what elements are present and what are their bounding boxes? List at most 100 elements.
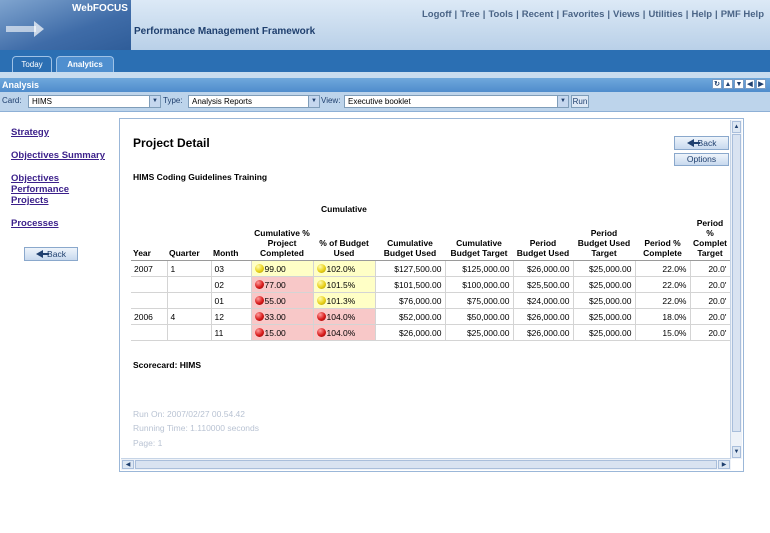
yellow-status-icon <box>254 263 264 273</box>
type-select[interactable]: Analysis Reports ▼ <box>188 95 320 108</box>
back-button[interactable]: Back <box>674 136 729 150</box>
cell-month: 02 <box>211 276 252 293</box>
card-select[interactable]: HIMS ▼ <box>28 95 161 108</box>
col-period-complete-target: Period % Complet Target <box>690 218 730 261</box>
scroll-thumb[interactable] <box>135 460 717 469</box>
link-tree[interactable]: Tree <box>460 9 480 20</box>
nav-objectives-summary[interactable]: Objectives Summary <box>11 150 105 161</box>
cell-cum-used: $76,000.00 <box>375 292 446 309</box>
cell-year <box>131 276 168 293</box>
link-views[interactable]: Views <box>613 9 640 20</box>
scroll-left-icon[interactable]: ◀ <box>122 460 134 469</box>
cell-budget-pct: 101.3% <box>313 292 376 309</box>
right-arrow-icon[interactable]: ▶ <box>756 79 766 89</box>
cell-cum-used: $26,000.00 <box>375 324 446 341</box>
cell-month: 03 <box>211 260 252 277</box>
table-header-row: Year Quarter Month Cumulative % Project … <box>131 218 730 261</box>
horizontal-scrollbar[interactable]: ◀ ▶ <box>121 458 731 470</box>
left-arrow-icon[interactable]: ◀ <box>745 79 755 89</box>
col-cum-budget-used: Cumulative Budget Used <box>375 218 445 261</box>
analysis-title: Analysis <box>2 80 40 90</box>
chevron-down-icon[interactable]: ▼ <box>308 96 319 107</box>
link-pmf-help[interactable]: PMF Help <box>721 9 764 20</box>
cell-period-used: $26,000.00 <box>513 324 574 341</box>
scroll-up-icon[interactable]: ▲ <box>732 121 741 133</box>
cell-year: 2007 <box>131 260 168 277</box>
table-row: 2006 4 12 33.00 104.0% $52,000.00 $50,000.00 $2… <box>131 308 731 325</box>
run-button[interactable]: Run <box>571 95 589 108</box>
link-recent[interactable]: Recent <box>522 9 554 20</box>
page-title: Project Detail <box>133 136 210 150</box>
type-label: Type: <box>163 96 183 105</box>
cell-cum-used: $127,500.00 <box>375 260 446 277</box>
vertical-scrollbar[interactable]: ▲ ▼ <box>730 120 742 459</box>
tab-analytics[interactable]: Analytics <box>56 56 114 72</box>
view-select[interactable]: Executive booklet ▼ <box>344 95 569 108</box>
status-value: 102.0% <box>326 263 356 274</box>
back-label: Back <box>697 138 717 148</box>
report-content: Project Detail Back Options HIMS Coding … <box>121 120 731 459</box>
tab-today[interactable]: Today <box>12 56 52 72</box>
status-value: 104.0% <box>326 311 356 322</box>
status-value: 101.3% <box>326 295 356 306</box>
status-value: 77.00 <box>264 279 286 290</box>
link-separator: | <box>642 9 646 20</box>
table-row: 2007 1 03 99.00 102.0% $127,500.00 $125,000.00… <box>131 260 731 277</box>
col-year: Year <box>131 218 167 261</box>
cell-quarter: 4 <box>167 308 212 325</box>
scroll-thumb[interactable] <box>732 134 741 432</box>
yellow-status-icon <box>316 263 326 273</box>
cell-period-used: $26,000.00 <box>513 260 574 277</box>
header: WebFOCUS Performance Management Framewor… <box>0 0 770 50</box>
red-status-icon <box>254 327 264 337</box>
nav-projects[interactable]: Projects <box>11 195 49 206</box>
back-arrow-icon <box>36 250 50 258</box>
status-value: 33.00 <box>264 311 286 322</box>
nav-objectives-performance[interactable]: Objectives Performance <box>11 173 118 195</box>
cell-quarter <box>167 276 212 293</box>
col-cum-budget-target: Cumulative Budget Target <box>445 218 513 261</box>
cell-period-complete-target: 20.0' <box>690 292 731 309</box>
run-on-text: Run On: 2007/02/27 00.54.42 <box>133 409 246 419</box>
link-help[interactable]: Help <box>691 9 712 20</box>
type-value: Analysis Reports <box>192 97 253 106</box>
running-time-text: Running Time: 1.110000 seconds <box>133 423 260 433</box>
cell-cum-pct: 55.00 <box>251 292 314 309</box>
cell-year <box>131 324 168 341</box>
left-back-button[interactable]: Back <box>24 247 78 261</box>
chevron-down-icon[interactable]: ▼ <box>149 96 160 107</box>
view-label: View: <box>321 96 341 105</box>
link-utilities[interactable]: Utilities <box>648 9 682 20</box>
link-separator: | <box>715 9 718 20</box>
cell-cum-used: $101,500.00 <box>375 276 446 293</box>
cell-cum-used: $52,000.00 <box>375 308 446 325</box>
up-arrow-icon[interactable]: ▲ <box>723 79 733 89</box>
link-tools[interactable]: Tools <box>488 9 513 20</box>
chevron-down-icon[interactable]: ▼ <box>557 96 568 107</box>
scroll-down-icon[interactable]: ▼ <box>732 446 741 458</box>
cell-period-complete-target: 20.0' <box>690 324 731 341</box>
link-separator: | <box>516 9 519 20</box>
cell-period-used: $26,000.00 <box>513 308 574 325</box>
report-frame: Project Detail Back Options HIMS Coding … <box>119 118 744 472</box>
analysis-bar: Analysis ↻ ▲ ▼ ◀ ▶ <box>0 78 770 92</box>
status-value: 104.0% <box>326 327 356 338</box>
nav-processes[interactable]: Processes <box>11 218 59 229</box>
options-button[interactable]: Options <box>674 153 729 166</box>
down-arrow-icon[interactable]: ▼ <box>734 79 744 89</box>
refresh-icon[interactable]: ↻ <box>712 79 722 89</box>
yellow-status-icon <box>316 279 326 289</box>
cell-cum-pct: 99.00 <box>251 260 314 277</box>
left-nav: Strategy Objectives Summary Objectives P… <box>0 113 118 533</box>
link-separator: | <box>454 9 458 20</box>
cell-period-target: $25,000.00 <box>573 260 636 277</box>
status-value: 99.00 <box>264 263 286 274</box>
top-links: Logoff | Tree | Tools | Recent | Favorites | … <box>422 9 764 20</box>
link-favorites[interactable]: Favorites <box>562 9 604 20</box>
logo: WebFOCUS <box>0 0 131 50</box>
scroll-right-icon[interactable]: ▶ <box>718 460 730 469</box>
link-logoff[interactable]: Logoff <box>422 9 452 20</box>
nav-strategy[interactable]: Strategy <box>11 127 49 138</box>
link-separator: | <box>556 9 560 20</box>
link-separator: | <box>685 9 689 20</box>
